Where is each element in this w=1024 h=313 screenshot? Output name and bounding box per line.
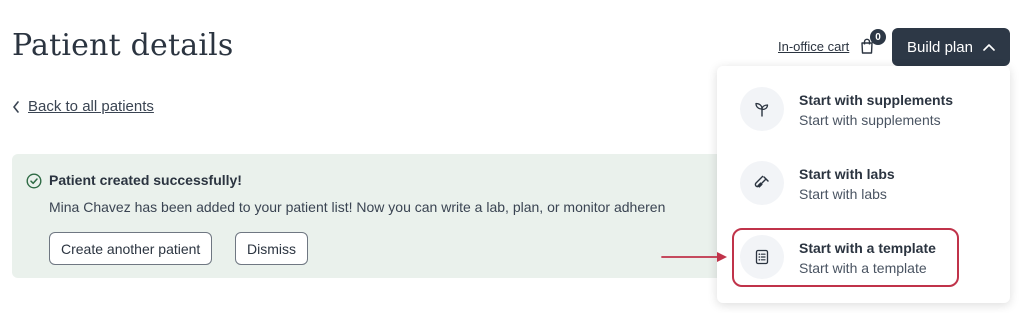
sprout-icon bbox=[755, 102, 769, 117]
success-banner: Patient created successfully! Mina Chave… bbox=[12, 154, 772, 278]
menu-item-start-with-supplements[interactable]: Start with supplements Start with supple… bbox=[717, 66, 1010, 131]
menu-item-start-with-template[interactable]: Start with a template Start with a templ… bbox=[717, 214, 1010, 279]
menu-item-title: Start with labs bbox=[799, 166, 895, 182]
build-plan-button[interactable]: Build plan bbox=[892, 28, 1010, 66]
template-icon-container bbox=[740, 235, 784, 279]
menu-item-start-with-labs[interactable]: Start with labs Start with labs bbox=[717, 140, 1010, 205]
menu-item-subtitle: Start with labs bbox=[799, 186, 887, 202]
chevron-left-icon bbox=[13, 100, 19, 113]
dismiss-button[interactable]: Dismiss bbox=[235, 232, 308, 265]
test-tube-icon bbox=[754, 175, 769, 188]
menu-item-title: Start with supplements bbox=[799, 92, 954, 108]
menu-item-subtitle: Start with a template bbox=[799, 260, 927, 276]
build-plan-label: Build plan bbox=[907, 38, 973, 56]
template-icon bbox=[755, 249, 769, 265]
chevron-up-icon bbox=[983, 44, 995, 51]
check-circle-icon bbox=[26, 173, 42, 189]
test-tube-icon-container bbox=[740, 161, 784, 205]
cart-count-badge: 0 bbox=[870, 29, 886, 45]
banner-message: Mina Chavez has been added to your patie… bbox=[49, 199, 666, 215]
back-to-patients-link[interactable]: Back to all patients bbox=[12, 98, 154, 115]
pointer-arrow-icon bbox=[661, 252, 727, 262]
banner-title: Patient created successfully! bbox=[49, 172, 242, 188]
page-title: Patient details bbox=[12, 28, 234, 63]
in-office-cart-link[interactable]: In-office cart bbox=[778, 39, 849, 54]
sprout-icon-container bbox=[740, 87, 784, 131]
back-link-label: Back to all patients bbox=[28, 98, 154, 115]
create-another-patient-button[interactable]: Create another patient bbox=[49, 232, 213, 265]
menu-item-subtitle: Start with supplements bbox=[799, 112, 941, 128]
build-plan-dropdown: Start with supplements Start with supple… bbox=[717, 66, 1010, 303]
menu-item-title: Start with a template bbox=[799, 240, 936, 256]
